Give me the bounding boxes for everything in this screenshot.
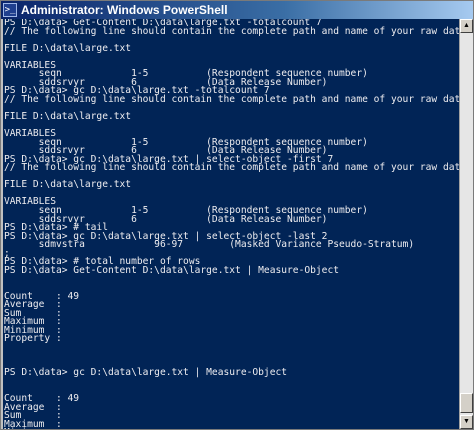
console-line: Count : 49	[4, 290, 80, 302]
console-line: // The following line should contain the…	[4, 25, 459, 37]
scroll-up-arrow-icon[interactable]: ▲	[460, 19, 473, 33]
console-line: PS D:\data> Get-Content D:\data\large.tx…	[4, 264, 340, 276]
console-line: Average :	[4, 401, 62, 413]
console-line: FILE D:\data\large.txt	[4, 111, 132, 123]
console-line: sdmvstra 96-97 (Masked Variance Pseudo-S…	[4, 239, 415, 251]
console-line: Sum :	[4, 410, 62, 422]
console-line: Sum :	[4, 307, 62, 319]
console-line: Property :	[4, 333, 62, 345]
console-line: Maximum :	[4, 418, 62, 429]
title-bar[interactable]: >_ Administrator: Windows PowerShell	[1, 1, 473, 19]
console-line: PS D:\data> gc D:\data\large.txt | Measu…	[4, 367, 288, 379]
console-line: Average :	[4, 299, 62, 311]
console-output[interactable]: PS D:\data> Get-Content D:\data\large.tx…	[3, 19, 459, 429]
console-line: FILE D:\data\large.txt	[4, 42, 132, 54]
scroll-down-arrow-icon[interactable]: ▼	[460, 415, 473, 429]
powershell-icon[interactable]: >_	[3, 3, 17, 17]
console-line: Minimum :	[4, 324, 62, 336]
console-lines: PS D:\data> Get-Content D:\data\large.tx…	[3, 19, 459, 429]
window-title: Administrator: Windows PowerShell	[21, 3, 228, 17]
console-line: Maximum :	[4, 316, 62, 328]
console-line: // The following line should contain the…	[4, 93, 459, 105]
console-line: FILE D:\data\large.txt	[4, 179, 132, 191]
console-line: // The following line should contain the…	[4, 162, 459, 174]
scrollbar-thumb[interactable]	[460, 393, 473, 413]
powershell-window: >_ Administrator: Windows PowerShell PS …	[0, 0, 474, 430]
console-line: Count : 49	[4, 393, 80, 405]
vertical-scrollbar[interactable]: ▲ ▼	[459, 19, 473, 429]
